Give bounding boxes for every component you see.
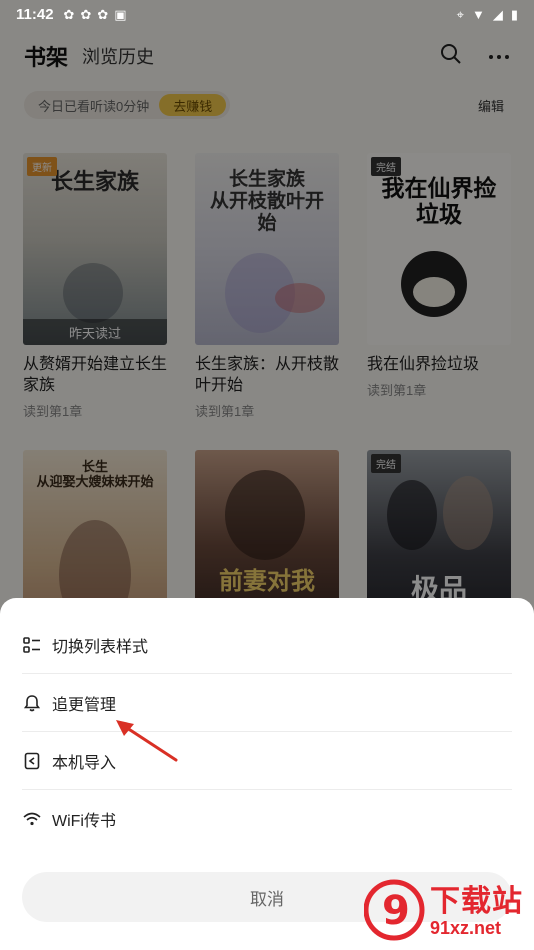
status-notification-icons: ✿ ✿ ✿ ▣ <box>64 8 127 21</box>
battery-icon: ▮ <box>510 6 518 22</box>
app-notification-icon: ✿ <box>97 6 109 22</box>
menu-item-label: 本机导入 <box>52 754 117 772</box>
import-icon <box>22 751 42 771</box>
menu-item-label: 切换列表样式 <box>52 638 149 656</box>
watermark-logo-text: 9 <box>382 888 410 934</box>
status-bar: 11:42 ✿ ✿ ✿ ▣ ⌖ ▼ ◢ ▮ <box>0 0 534 28</box>
app-notification-icon: ✿ <box>63 6 75 22</box>
status-system-icons: ⌖ ▼ ◢ ▮ <box>457 8 518 21</box>
watermark-logo: 9 <box>364 879 425 941</box>
signal-icon: ◢ <box>492 6 503 22</box>
location-icon: ⌖ <box>456 6 464 22</box>
watermark: 9 下载站 91xz.net <box>364 868 534 950</box>
wifi-icon <box>22 809 42 829</box>
list-style-icon <box>22 635 42 655</box>
watermark-url: 91xz.net <box>430 918 502 938</box>
menu-item-switch-list-style[interactable]: 切换列表样式 <box>22 616 512 674</box>
menu-item-local-import[interactable]: 本机导入 <box>22 732 512 790</box>
menu-item-label: WiFi传书 <box>52 813 116 830</box>
wifi-status-icon: ▼ <box>471 6 485 22</box>
status-time: 11:42 <box>16 5 54 23</box>
bell-icon <box>22 693 42 713</box>
menu-item-update-management[interactable]: 追更管理 <box>22 674 512 732</box>
a-notification-icon: ▣ <box>114 6 127 22</box>
app-notification-icon: ✿ <box>80 6 92 22</box>
menu-item-label: 追更管理 <box>52 696 117 714</box>
watermark-brand: 下载站 <box>430 885 523 918</box>
annotation-arrow-icon <box>116 720 178 762</box>
menu-item-wifi-transfer[interactable]: WiFi传书 <box>22 790 512 848</box>
